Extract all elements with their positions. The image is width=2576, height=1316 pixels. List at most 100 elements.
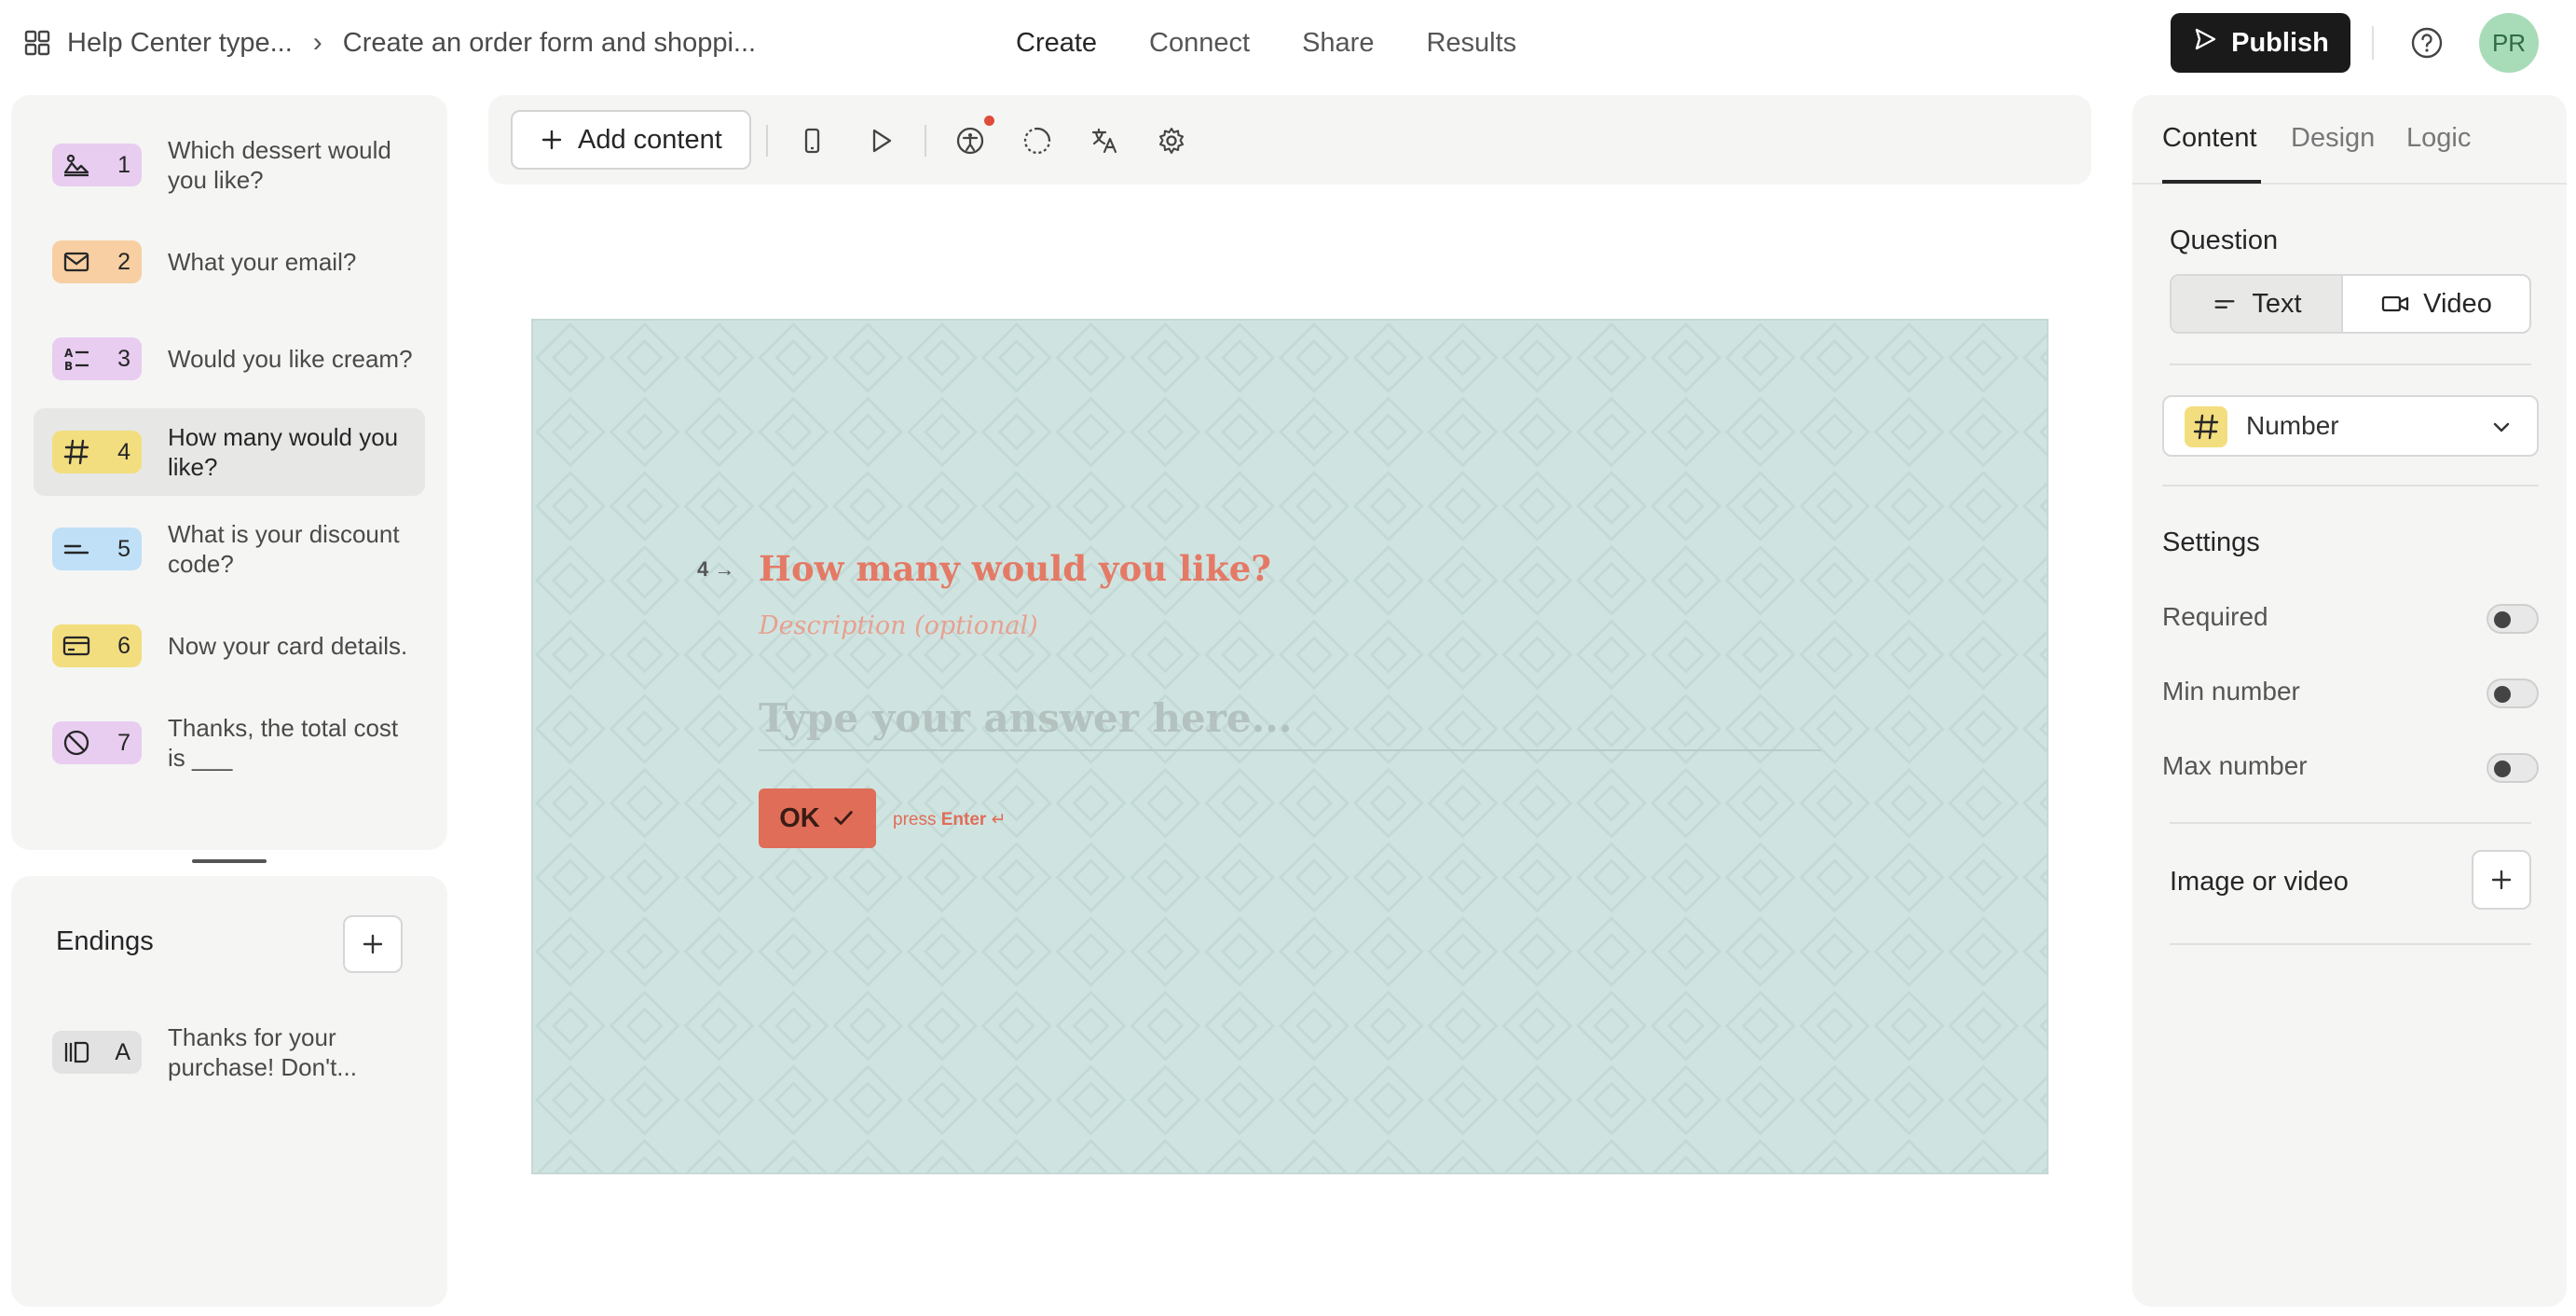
play-preview-icon[interactable] — [863, 123, 898, 158]
ending-label: Thanks for your purchase! Don't... — [168, 1023, 357, 1081]
statement-icon — [63, 730, 89, 756]
setting-label: Min number — [2162, 677, 2300, 706]
nav-create[interactable]: Create — [1016, 28, 1097, 59]
min-number-toggle[interactable] — [2487, 679, 2539, 708]
plus-icon — [2491, 870, 2512, 890]
question-type-name: Number — [2246, 411, 2339, 440]
setting-max-number: Max number — [2162, 751, 2539, 788]
arrow-right-icon: → — [714, 557, 735, 581]
add-image-or-video-button[interactable] — [2472, 850, 2531, 910]
preview-description[interactable]: Description (optional) — [759, 611, 1038, 640]
preview-question-title[interactable]: How many would you like? — [759, 548, 1271, 589]
form-preview-canvas: 4 → How many would you like? Description… — [531, 319, 2048, 1174]
plus-icon — [541, 130, 562, 150]
nav-results[interactable]: Results — [1426, 28, 1516, 59]
notification-dot — [984, 116, 994, 126]
mode-video-button[interactable]: Video — [2341, 276, 2529, 332]
ending-item-a[interactable]: A Thanks for your purchase! Don't... — [34, 1008, 425, 1096]
question-number: 2 — [117, 248, 130, 275]
question-label: What is your discount code? — [168, 520, 400, 578]
add-ending-button[interactable] — [343, 915, 403, 973]
endings-title: Endings — [56, 926, 154, 956]
breadcrumb-form-title[interactable]: Create an order form and shoppi... — [343, 28, 756, 59]
tab-content[interactable]: Content — [2162, 123, 2257, 154]
setting-required: Required — [2162, 602, 2539, 639]
ending-badge: A — [52, 1031, 142, 1074]
properties-tabs: Content Design Logic — [2132, 95, 2567, 185]
divider — [2170, 822, 2531, 824]
breadcrumb-workspace[interactable]: Help Center type... — [67, 28, 293, 59]
preview-question-number: 4 → — [697, 557, 735, 581]
question-label: Would you like cream? — [168, 345, 413, 373]
divider — [2170, 943, 2531, 945]
question-label: Now your card details. — [168, 632, 408, 660]
question-item-6[interactable]: 6 Now your card details. — [34, 602, 425, 690]
max-number-toggle[interactable] — [2487, 753, 2539, 783]
svg-text:A: A — [64, 347, 74, 360]
question-label: Which dessert would you like? — [168, 136, 391, 194]
image-or-video-label: Image or video — [2170, 867, 2349, 897]
publish-label: Publish — [2231, 27, 2329, 58]
loading-spinner-icon[interactable] — [1020, 123, 1055, 158]
question-item-3[interactable]: AB 3 Would you like cream? — [34, 315, 425, 403]
setting-label: Max number — [2162, 751, 2308, 780]
mode-text-button[interactable]: Text — [2172, 276, 2341, 332]
enter-key-icon: ↵ — [991, 810, 1007, 829]
question-badge: AB 3 — [52, 337, 142, 380]
endings-panel: Endings A Thanks for your purchase! Don'… — [11, 876, 447, 1307]
question-list-panel: 1 Which dessert would you like? 2 What y… — [11, 95, 447, 850]
top-bar: Help Center type... › Create an order fo… — [0, 0, 2576, 86]
translate-icon[interactable] — [1087, 123, 1122, 158]
preview-answer-input[interactable]: Type your answer here... — [759, 695, 1821, 751]
panel-resize-handle[interactable] — [192, 859, 267, 863]
tab-design[interactable]: Design — [2291, 123, 2375, 154]
workspace-grid-icon[interactable] — [22, 28, 52, 58]
question-item-5[interactable]: 5 What is your discount code? — [34, 505, 425, 593]
question-item-2[interactable]: 2 What your email? — [34, 218, 425, 306]
question-number: 4 — [117, 438, 130, 465]
divider — [2372, 26, 2374, 60]
settings-gear-icon[interactable] — [1154, 123, 1189, 158]
ok-label: OK — [779, 802, 820, 833]
question-type-select[interactable]: Number — [2162, 395, 2539, 457]
question-item-7[interactable]: 7 Thanks, the total cost is ___ — [34, 699, 425, 787]
ok-button[interactable]: OK — [759, 788, 876, 848]
question-number: 6 — [117, 632, 130, 659]
question-label: How many would you like? — [168, 423, 399, 481]
mobile-preview-icon[interactable] — [794, 123, 829, 158]
question-item-4[interactable]: 4 How many would you like? — [34, 408, 425, 496]
required-toggle[interactable] — [2487, 604, 2539, 634]
nav-connect[interactable]: Connect — [1149, 28, 1250, 59]
divider — [2170, 363, 2531, 365]
ending-icon — [64, 1041, 89, 1063]
divider — [2162, 485, 2539, 487]
multiple-choice-icon: AB — [64, 347, 89, 373]
add-content-button[interactable]: Add content — [511, 110, 751, 170]
question-label: What your email? — [168, 248, 357, 276]
credit-card-icon — [62, 636, 90, 656]
breadcrumb: Help Center type... › Create an order fo… — [22, 0, 756, 86]
help-icon[interactable] — [2410, 26, 2444, 60]
question-mode-toggle: Text Video — [2170, 274, 2531, 334]
active-tab-indicator — [2162, 180, 2261, 184]
question-label: Thanks, the total cost is ___ — [168, 714, 399, 772]
question-badge: 7 — [52, 721, 142, 764]
publish-button[interactable]: Publish — [2171, 13, 2350, 73]
question-number: 5 — [117, 535, 130, 562]
question-number: 3 — [117, 345, 130, 372]
toolbar-divider — [925, 125, 926, 157]
accessibility-icon[interactable] — [952, 123, 988, 158]
tab-logic[interactable]: Logic — [2406, 123, 2471, 154]
question-item-1[interactable]: 1 Which dessert would you like? — [34, 121, 425, 209]
image-icon — [63, 154, 89, 177]
avatar[interactable]: PR — [2479, 13, 2539, 73]
main-nav: Create Connect Share Results — [1016, 0, 1516, 86]
properties-panel: Content Design Logic Question Text Video… — [2132, 95, 2567, 1307]
toolbar-divider — [766, 125, 768, 157]
chevron-down-icon — [2493, 422, 2510, 432]
editor-toolbar: Add content — [488, 95, 2091, 185]
svg-text:B: B — [64, 360, 73, 373]
send-icon — [2192, 26, 2218, 60]
nav-share[interactable]: Share — [1302, 28, 1374, 59]
mail-icon — [63, 252, 89, 272]
